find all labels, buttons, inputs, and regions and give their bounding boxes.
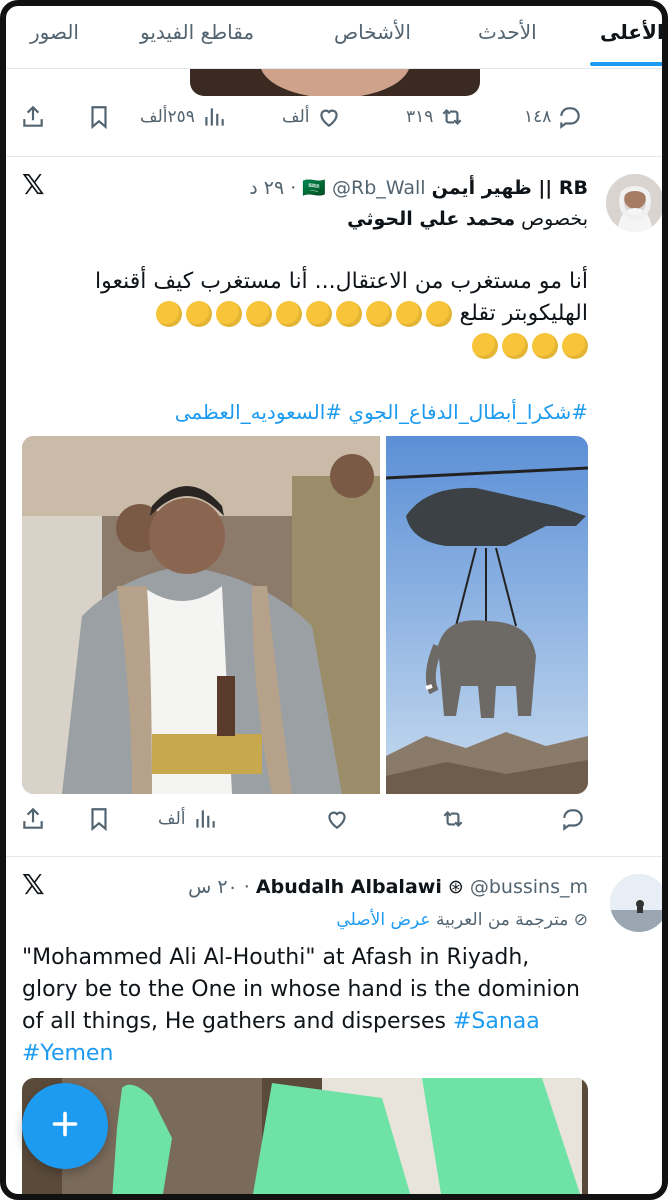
reply-context: بخصوص محمد علي الحوثي bbox=[347, 208, 588, 230]
views-button[interactable]: ألف bbox=[158, 806, 218, 832]
bookmark-icon bbox=[86, 806, 112, 832]
bookmark-button[interactable] bbox=[86, 806, 112, 832]
share-button[interactable] bbox=[20, 104, 46, 130]
post-text-line: glory be to the One in whose hand is the… bbox=[22, 977, 580, 1002]
author-handle[interactable]: @Rb_Wall bbox=[332, 177, 426, 199]
post-image-man[interactable] bbox=[22, 436, 380, 794]
tab-top[interactable]: الأعلى bbox=[600, 20, 664, 44]
avatar[interactable] bbox=[610, 874, 668, 932]
post-text-line-2: الهليكوبتر تقلع bbox=[80, 298, 588, 330]
reply-to[interactable]: محمد علي الحوثي bbox=[347, 208, 515, 230]
compose-post-button[interactable] bbox=[22, 1083, 108, 1169]
show-original-link[interactable]: عرض الأصلي bbox=[336, 910, 430, 930]
dot-separator: · bbox=[290, 177, 297, 199]
post-text-emoji-line bbox=[80, 330, 588, 362]
bookmark-icon bbox=[86, 104, 112, 130]
divider bbox=[0, 156, 668, 157]
laughing-emoji bbox=[426, 301, 453, 327]
retweet-icon bbox=[439, 104, 465, 130]
x-logo-icon: 𝕏 bbox=[22, 868, 45, 901]
laughing-emoji bbox=[396, 301, 423, 327]
reply-button[interactable]: ١٤٨ bbox=[524, 104, 583, 130]
laughing-emoji bbox=[276, 301, 303, 327]
reply-icon bbox=[557, 104, 583, 130]
post-hashtags[interactable]: #شكرا_أبطال_الدفاع_الجوي #السعوديه_العظم… bbox=[80, 396, 588, 428]
heart-icon bbox=[324, 806, 350, 832]
views-count: ٢٥٩ألف bbox=[140, 107, 195, 127]
reply-prefix: بخصوص bbox=[521, 208, 588, 230]
retweet-button[interactable]: ٣١٩ bbox=[406, 104, 465, 130]
share-button[interactable] bbox=[20, 806, 46, 832]
hashtag-link[interactable]: #Yemen bbox=[22, 1038, 588, 1070]
retweet-button[interactable] bbox=[440, 806, 466, 832]
like-button[interactable] bbox=[324, 806, 350, 832]
avatar[interactable] bbox=[606, 174, 664, 232]
post-text-line: of all things, He gathers and disperses bbox=[22, 1009, 446, 1034]
tab-videos[interactable]: مقاطع الفيديو bbox=[140, 20, 254, 44]
reply-count: ١٤٨ bbox=[524, 107, 552, 127]
reply-button[interactable] bbox=[560, 806, 586, 832]
author-handle[interactable]: @bussins_m bbox=[470, 876, 588, 898]
post-time[interactable]: ٢٩ د bbox=[249, 177, 284, 199]
hashtag-link[interactable]: #Sanaa bbox=[453, 1009, 540, 1034]
divider bbox=[0, 856, 668, 857]
tab-latest[interactable]: الأحدث bbox=[478, 20, 537, 44]
post-text-line: أنا مو مستغرب من الاعتقال... أنا مستغرب … bbox=[95, 269, 588, 294]
laughing-emoji bbox=[186, 301, 213, 327]
post-text: "Mohammed Ali Al-Houthi" at Afash in Riy… bbox=[22, 942, 588, 1070]
laughing-emoji bbox=[156, 301, 183, 327]
tab-photos[interactable]: الصور bbox=[30, 20, 79, 44]
retweet-icon bbox=[440, 806, 466, 832]
reply-icon bbox=[560, 806, 586, 832]
laughing-emoji bbox=[306, 301, 333, 327]
retweet-count: ٣١٩ bbox=[406, 107, 434, 127]
like-button[interactable]: ألف bbox=[282, 104, 342, 130]
share-icon bbox=[20, 806, 46, 832]
bookmark-button[interactable] bbox=[86, 104, 112, 130]
post-text-line-3: of all things, He gathers and disperses … bbox=[22, 1006, 588, 1038]
x-logo-icon: 𝕏 bbox=[22, 168, 45, 201]
like-count: ألف bbox=[282, 107, 310, 127]
active-tab-indicator bbox=[590, 62, 664, 66]
translate-icon: ⊘ bbox=[573, 910, 588, 930]
previous-post-actions: ٢٥٩ألف ألف ٣١٩ ١٤٨ bbox=[20, 104, 648, 144]
laughing-emoji bbox=[216, 301, 243, 327]
laughing-emoji bbox=[472, 333, 498, 359]
laughing-emoji bbox=[562, 333, 588, 359]
views-icon bbox=[192, 806, 218, 832]
views-icon bbox=[201, 104, 227, 130]
post-header: Abudalh Albalawi ⊛ @bussins_m · ٢٠ س bbox=[188, 876, 588, 898]
views-count: ألف bbox=[158, 809, 186, 829]
post-time[interactable]: ٢٠ س bbox=[188, 876, 238, 898]
laughing-emoji bbox=[246, 301, 273, 327]
post-text: أنا مو مستغرب من الاعتقال... أنا مستغرب … bbox=[80, 266, 588, 362]
verified-icon: ⊛ bbox=[447, 876, 464, 898]
translation-line: ⊘ مترجمة من العربية عرض الأصلي bbox=[336, 910, 588, 930]
views-button[interactable]: ٢٥٩ألف bbox=[140, 104, 227, 130]
previous-post-image[interactable] bbox=[190, 68, 480, 96]
author-name[interactable]: Abudalh Albalawi bbox=[256, 876, 442, 898]
author-name[interactable]: RB || ظهير أيمن bbox=[432, 177, 588, 199]
heart-icon bbox=[316, 104, 342, 130]
laughing-emoji bbox=[366, 301, 393, 327]
flag: 🇸🇦 bbox=[302, 177, 326, 199]
translated-label: مترجمة من العربية bbox=[435, 910, 569, 930]
post-image-helicopter[interactable] bbox=[386, 436, 588, 794]
post-text-line: الهليكوبتر تقلع bbox=[459, 301, 588, 326]
share-icon bbox=[20, 104, 46, 130]
tab-people[interactable]: الأشخاص bbox=[334, 20, 411, 44]
laughing-emoji bbox=[502, 333, 528, 359]
post-text-line: "Mohammed Ali Al-Houthi" at Afash in Riy… bbox=[22, 945, 530, 970]
search-tabs: الأعلى الأحدث الأشخاص مقاطع الفيديو الصو… bbox=[0, 0, 668, 69]
laughing-emoji bbox=[532, 333, 558, 359]
post-image[interactable] bbox=[22, 1078, 588, 1200]
post-header: RB || ظهير أيمن 🇸🇦 @Rb_Wall · ٢٩ د bbox=[249, 176, 588, 199]
plus-icon bbox=[47, 1106, 83, 1146]
dot-separator: · bbox=[243, 876, 250, 898]
laughing-emoji bbox=[336, 301, 363, 327]
post1-actions: ألف bbox=[20, 806, 648, 846]
